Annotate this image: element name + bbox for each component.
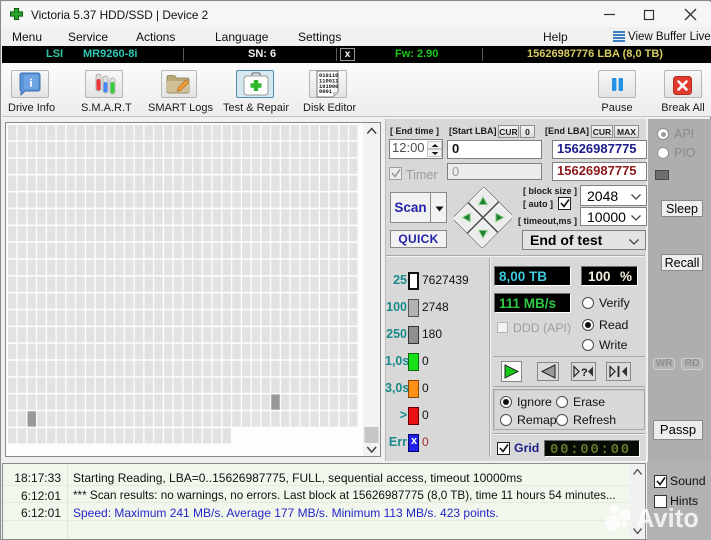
svg-text:0001: 0001 bbox=[319, 89, 332, 95]
svg-text:?: ? bbox=[581, 367, 588, 378]
